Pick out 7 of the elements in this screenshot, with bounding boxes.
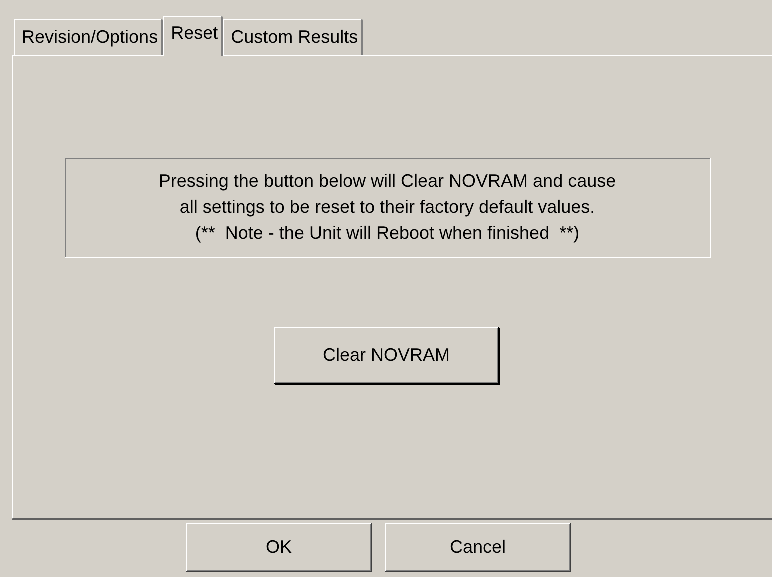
dialog-button[interactable]: OK [186, 523, 372, 572]
message-text: Pressing the button below will Clear NOVRAM and cause all settings to be reset to their factory default values. (** Note - the Unit will Reboot when finished **) [64, 158, 710, 258]
tab[interactable]: Custom Results [223, 19, 364, 55]
dialog-button[interactable]: Cancel [385, 523, 571, 572]
clear-novram-button[interactable]: Clear NOVRAM [274, 327, 499, 384]
tab[interactable]: Revision/Options [14, 19, 164, 55]
tab[interactable]: Reset [163, 16, 224, 56]
